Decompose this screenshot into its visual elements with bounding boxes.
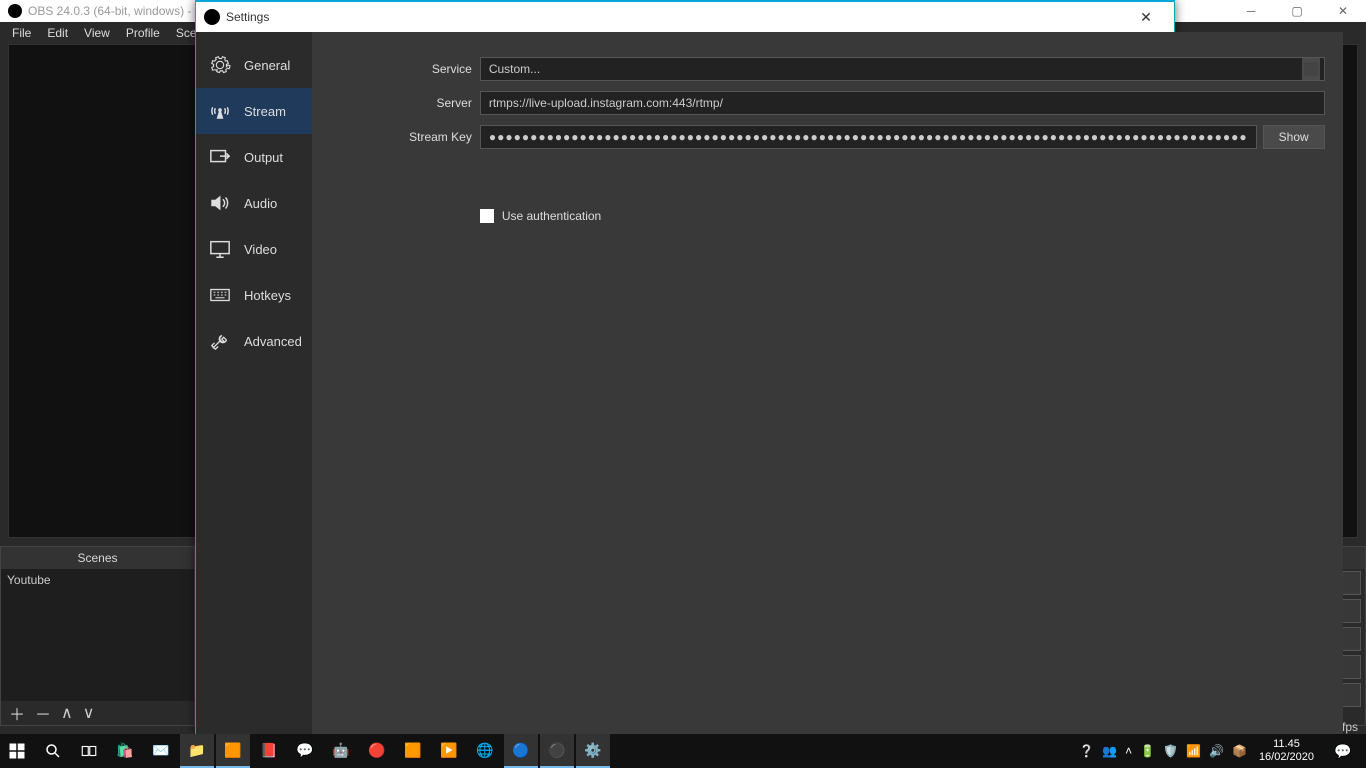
tray-battery-icon[interactable]: 🔋 — [1140, 744, 1155, 758]
taskbar-app-opera[interactable]: 🔴 — [360, 734, 394, 768]
sidebar-item-hotkeys[interactable]: Hotkeys — [196, 272, 312, 318]
service-label: Service — [330, 62, 480, 76]
broadcast-icon — [206, 100, 234, 122]
settings-dialog: Settings ✕ General Stream Output Audio — [195, 0, 1175, 735]
maximize-button[interactable]: ▢ — [1274, 0, 1320, 22]
taskbar-app-pdf[interactable]: 📕 — [252, 734, 286, 768]
settings-titlebar: Settings ✕ — [196, 2, 1174, 32]
move-up-icon[interactable]: ∧ — [61, 703, 73, 723]
minimize-button[interactable]: ─ — [1228, 0, 1274, 22]
taskbar-app-chrome[interactable]: 🌐 — [468, 734, 502, 768]
select-arrows-icon: ▲▼ — [1302, 58, 1320, 80]
use-auth-checkbox[interactable] — [480, 209, 494, 223]
speaker-icon — [206, 192, 234, 214]
notifications-icon[interactable]: 💬 — [1326, 734, 1360, 768]
settings-sidebar: General Stream Output Audio Video Hotkey… — [196, 32, 312, 734]
sidebar-item-label: Video — [244, 242, 277, 257]
scenes-header: Scenes — [1, 547, 194, 569]
sidebar-item-label: Audio — [244, 196, 277, 211]
settings-content: Service Custom... ▲▼ Server rtmps://live… — [312, 32, 1343, 734]
tray-dropbox-icon[interactable]: 📦 — [1232, 744, 1247, 758]
taskbar-app-misc1[interactable]: ▶️ — [432, 734, 466, 768]
service-value: Custom... — [489, 62, 540, 76]
taskbar-app-mail[interactable]: ✉️ — [144, 734, 178, 768]
settings-window-icon — [204, 9, 220, 25]
tray-help-icon[interactable]: ❔ — [1079, 744, 1094, 758]
use-auth-label: Use authentication — [502, 209, 601, 223]
system-tray[interactable]: ❔ 👥 ˄ 🔋 🛡️ 📶 🔊 📦 — [1079, 744, 1247, 758]
start-button[interactable] — [0, 734, 34, 768]
taskbar-app-misc2[interactable]: 🔵 — [504, 734, 538, 768]
obs-icon — [8, 4, 22, 18]
menu-profile[interactable]: Profile — [118, 26, 168, 40]
close-button[interactable]: ✕ — [1320, 0, 1366, 22]
taskbar-app-explorer[interactable]: 📁 — [180, 734, 214, 768]
taskbar-app-store[interactable]: 🛍️ — [108, 734, 142, 768]
service-select[interactable]: Custom... ▲▼ — [480, 57, 1325, 81]
sidebar-item-output[interactable]: Output — [196, 134, 312, 180]
remove-scene-icon[interactable]: － — [35, 701, 51, 725]
scenes-toolbar: ＋ － ∧ ∨ — [1, 701, 194, 725]
taskbar-app-misc3[interactable]: ⚫ — [540, 734, 574, 768]
output-icon — [206, 146, 234, 168]
main-window-title: OBS 24.0.3 (64-bit, windows) - P — [28, 4, 203, 18]
taskbar-app-android[interactable]: 🤖 — [324, 734, 358, 768]
server-value: rtmps://live-upload.instagram.com:443/rt… — [489, 96, 723, 110]
sidebar-item-video[interactable]: Video — [196, 226, 312, 272]
tray-wifi-icon[interactable]: 📶 — [1186, 744, 1201, 758]
menu-edit[interactable]: Edit — [39, 26, 76, 40]
taskbar-app-line[interactable]: 💬 — [288, 734, 322, 768]
streamkey-input[interactable]: ●●●●●●●●●●●●●●●●●●●●●●●●●●●●●●●●●●●●●●●●… — [480, 125, 1257, 149]
settings-title: Settings — [226, 10, 1126, 24]
sidebar-item-label: General — [244, 58, 290, 73]
show-streamkey-button[interactable]: Show — [1263, 125, 1325, 149]
sidebar-item-label: Output — [244, 150, 283, 165]
sidebar-item-label: Hotkeys — [244, 288, 291, 303]
taskbar-app-xampp[interactable]: 🟧 — [396, 734, 430, 768]
streamkey-value: ●●●●●●●●●●●●●●●●●●●●●●●●●●●●●●●●●●●●●●●●… — [489, 130, 1248, 144]
monitor-icon — [206, 238, 234, 260]
settings-close-button[interactable]: ✕ — [1126, 9, 1166, 26]
tray-expand-icon[interactable]: ˄ — [1125, 744, 1132, 758]
tray-people-icon[interactable]: 👥 — [1102, 744, 1117, 758]
sidebar-item-stream[interactable]: Stream — [196, 88, 312, 134]
tray-volume-icon[interactable]: 🔊 — [1209, 744, 1224, 758]
keyboard-icon — [206, 284, 234, 306]
sidebar-item-label: Advanced — [244, 334, 302, 349]
tools-icon — [206, 330, 234, 352]
sidebar-item-label: Stream — [244, 104, 286, 119]
server-input[interactable]: rtmps://live-upload.instagram.com:443/rt… — [480, 91, 1325, 115]
taskbar-app-sublime[interactable]: 🟧 — [216, 734, 250, 768]
menu-file[interactable]: File — [4, 26, 39, 40]
clock-time: 11.45 — [1259, 738, 1314, 751]
sidebar-item-general[interactable]: General — [196, 42, 312, 88]
taskbar-clock[interactable]: 11.45 16/02/2020 — [1253, 738, 1320, 764]
menu-view[interactable]: View — [76, 26, 118, 40]
taskview-icon[interactable] — [72, 734, 106, 768]
add-scene-icon[interactable]: ＋ — [9, 701, 25, 725]
tray-security-icon[interactable]: 🛡️ — [1163, 744, 1178, 758]
streamkey-label: Stream Key — [330, 130, 480, 144]
taskbar-app-obs[interactable]: ⚙️ — [576, 734, 610, 768]
windows-taskbar: 🛍️ ✉️ 📁 🟧 📕 💬 🤖 🔴 🟧 ▶️ 🌐 🔵 ⚫ ⚙️ ❔ 👥 ˄ 🔋 … — [0, 734, 1366, 768]
sidebar-item-advanced[interactable]: Advanced — [196, 318, 312, 364]
server-label: Server — [330, 96, 480, 110]
scene-item[interactable]: Youtube — [1, 569, 194, 591]
search-icon[interactable] — [36, 734, 70, 768]
move-down-icon[interactable]: ∨ — [83, 703, 95, 723]
scenes-dock: Scenes Youtube ＋ － ∧ ∨ — [0, 546, 195, 726]
gear-icon — [206, 54, 234, 76]
clock-date: 16/02/2020 — [1259, 751, 1314, 764]
sidebar-item-audio[interactable]: Audio — [196, 180, 312, 226]
